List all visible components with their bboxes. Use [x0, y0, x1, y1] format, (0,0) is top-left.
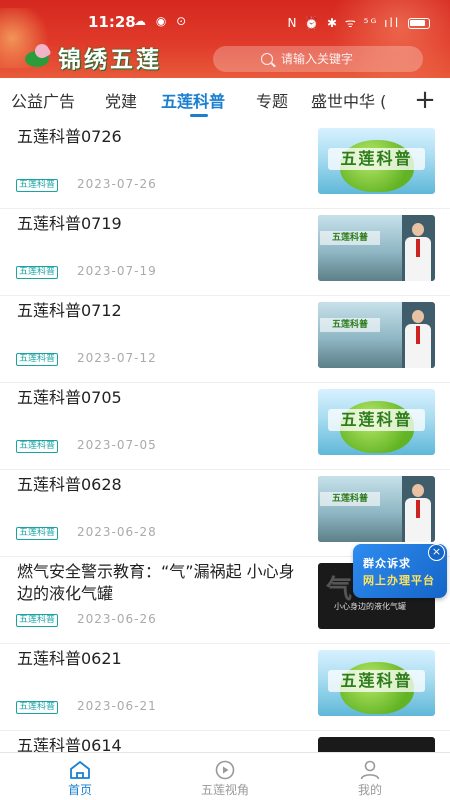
article-date: 2023-06-28: [77, 525, 157, 539]
nav-label: 五莲视角: [200, 783, 249, 797]
presenter-thumbnail[interactable]: 五莲科普: [318, 302, 435, 368]
article-title: 五莲科普0726: [17, 127, 122, 146]
app-logo: 锦绣五莲: [22, 41, 162, 73]
presenter-thumbnail[interactable]: 五莲科普: [318, 215, 435, 281]
status-bar: 11:28 ☁ ◉ ⊙ N ⏰ ✱ ᯤ ⁵ᴳ ıll: [0, 0, 450, 44]
thumbnail-text: 五莲科普: [328, 670, 425, 692]
app-logo-text: 锦绣五莲: [58, 46, 162, 73]
list-item[interactable]: 五莲科普0614: [0, 731, 450, 752]
thumbnail-text: 五莲科普: [328, 148, 425, 170]
list-item[interactable]: 五莲科普0712 五莲科普 2023-07-12 五莲科普: [0, 296, 450, 383]
app-header: 11:28 ☁ ◉ ⊙ N ⏰ ✱ ᯤ ⁵ᴳ ıll 锦绣五莲: [0, 0, 450, 78]
article-title: 五莲科普0712: [17, 301, 122, 320]
home-icon: [70, 761, 90, 779]
category-tag: 五莲科普: [16, 440, 59, 453]
bottom-nav: 首页 五莲视角 我的: [0, 752, 450, 800]
article-title: 五莲科普0705: [17, 388, 122, 407]
tabs-fade: [386, 78, 412, 122]
article-title: 五莲科普0719: [17, 214, 122, 233]
presenter-thumbnail[interactable]: [318, 737, 435, 752]
search-icon: [261, 53, 273, 65]
add-tab-plus-icon[interactable]: +: [412, 82, 438, 118]
article-date: 2023-07-05: [77, 438, 157, 452]
category-tag: 五莲科普: [16, 527, 59, 540]
battery-icon: [408, 18, 430, 29]
article-date: 2023-06-21: [77, 699, 157, 713]
article-title: 五莲科普0628: [17, 475, 122, 494]
tab-party-building[interactable]: 党建: [105, 88, 137, 112]
category-tag: 五莲科普: [16, 614, 59, 627]
list-item[interactable]: 五莲科普0705 五莲科普 2023-07-05 五莲科普: [0, 383, 450, 470]
nav-wulian-view[interactable]: 五莲视角: [180, 753, 270, 800]
status-time: 11:28: [88, 13, 136, 31]
apple-logo-thumbnail[interactable]: 五莲科普: [318, 650, 435, 716]
nav-home[interactable]: 首页: [35, 753, 125, 800]
category-tag: 五莲科普: [16, 353, 59, 366]
article-date: 2023-07-12: [77, 351, 157, 365]
nav-mine[interactable]: 我的: [325, 753, 415, 800]
thumbnail-text: 五莲科普: [320, 231, 380, 245]
notification-icons: ☁ ◉ ⊙: [134, 14, 190, 28]
play-icon: [215, 760, 235, 780]
list-item[interactable]: 五莲科普0719 五莲科普 2023-07-19 五莲科普: [0, 209, 450, 296]
category-tag: 五莲科普: [16, 266, 59, 279]
thumbnail-text: 五莲科普: [328, 409, 425, 431]
signal-icons: N ⏰ ✱ ᯤ ⁵ᴳ ıll: [287, 16, 401, 30]
article-date: 2023-07-19: [77, 264, 157, 278]
user-icon: [360, 760, 380, 780]
article-title: 五莲科普0614: [17, 736, 122, 752]
apple-logo-thumbnail[interactable]: 五莲科普: [318, 128, 435, 194]
apple-logo-thumbnail[interactable]: 五莲科普: [318, 389, 435, 455]
article-date: 2023-06-26: [77, 612, 157, 626]
article-date: 2023-07-26: [77, 177, 157, 191]
thumbnail-subtext: 小心身边的液化气罐: [334, 602, 406, 611]
thumbnail-text: 五莲科普: [320, 318, 380, 332]
nav-label: 首页: [67, 783, 92, 797]
search-bar[interactable]: [213, 46, 423, 72]
thumbnail-text: 五莲科普: [320, 492, 380, 506]
tab-special-topics[interactable]: 专题: [256, 88, 288, 112]
active-tab-indicator: [190, 114, 208, 117]
search-input[interactable]: [281, 50, 416, 68]
list-item[interactable]: 五莲科普0621 五莲科普 2023-06-21 五莲科普: [0, 644, 450, 731]
nav-label: 我的: [357, 783, 382, 797]
article-title: 五莲科普0621: [17, 649, 122, 668]
badge-line1: 群众诉求: [363, 557, 411, 570]
close-icon[interactable]: ×: [428, 544, 445, 561]
article-list: 五莲科普0726 五莲科普 2023-07-26 五莲科普 五莲科普0719 五…: [0, 122, 450, 752]
list-item[interactable]: 五莲科普0726 五莲科普 2023-07-26 五莲科普: [0, 122, 450, 209]
tab-wulian-science[interactable]: 五莲科普: [161, 88, 225, 112]
lotus-logo-icon: [22, 41, 58, 71]
tab-prosperous-china[interactable]: 盛世中华 (: [311, 88, 386, 112]
badge-line2: 网上办理平台: [363, 574, 435, 587]
category-tag: 五莲科普: [16, 179, 59, 192]
category-tabs: 公益广告 党建 五莲科普 专题 盛世中华 ( +: [0, 78, 450, 122]
article-title: 燃气安全警示教育：“气”漏祸起 小心身边的液化气罐: [17, 562, 295, 603]
presenter-thumbnail[interactable]: 五莲科普: [318, 476, 435, 542]
category-tag: 五莲科普: [16, 701, 59, 714]
system-icons: N ⏰ ✱ ᯤ ⁵ᴳ ıll: [287, 14, 430, 31]
tab-public-ads[interactable]: 公益广告: [11, 88, 75, 112]
